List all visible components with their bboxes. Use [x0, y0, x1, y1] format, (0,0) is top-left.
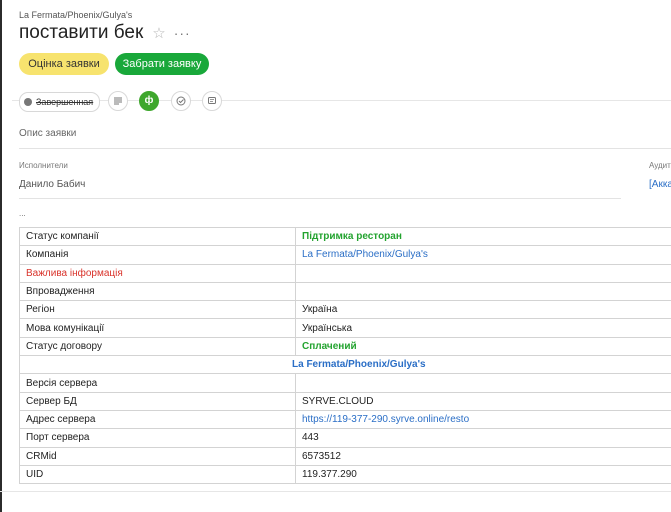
table-key-cell: Впровадження: [19, 281, 296, 302]
list-icon[interactable]: [108, 91, 128, 111]
table-value-cell: SYRVE.CLOUD: [295, 391, 671, 411]
table-value-cell[interactable]: https://119-377-290.syrve.online/resto: [295, 409, 671, 430]
executors-label: Исполнители: [19, 161, 68, 170]
table-key-cell: Сервер БД: [19, 391, 296, 411]
description-divider: [19, 148, 671, 149]
executors-divider: [19, 198, 621, 199]
table-value-cell: [295, 373, 671, 393]
company-span-link[interactable]: La Fermata/Phoenix/Gulya's: [19, 355, 671, 375]
table-row: La Fermata/Phoenix/Gulya's: [19, 355, 671, 375]
company-glyph: ф: [144, 95, 154, 106]
favorite-star-icon[interactable]: ☆: [152, 24, 165, 42]
table-key-cell: CRMid: [19, 446, 296, 466]
table-value-cell: [295, 263, 671, 283]
table-key-cell: Статус договору: [19, 336, 296, 357]
executor-name[interactable]: Данило Бабич: [19, 179, 85, 190]
check-icon[interactable]: [171, 91, 191, 111]
table-value-cell: Підтримка ресторан: [295, 226, 671, 247]
table-value-cell: Українська: [295, 318, 671, 338]
evaluate-request-button[interactable]: Оцінка заявки: [19, 53, 109, 75]
table-key-cell: Компанія: [19, 245, 296, 265]
table-key-cell: Важлива інформація: [19, 263, 296, 283]
table-value-cell: [295, 281, 671, 302]
table-value-cell: 6573512: [295, 446, 671, 466]
table-row: Важлива інформація: [19, 263, 671, 283]
table-row: CRMid 6573512: [19, 446, 671, 466]
title-row: поставити бек ☆ ···: [19, 21, 191, 45]
comment-icon[interactable]: [202, 91, 222, 111]
table-row: Статус договору Сплачений: [19, 336, 671, 357]
status-label: Завершенная: [36, 97, 94, 107]
table-value-cell: Україна: [295, 300, 671, 320]
auditor-link[interactable]: [Акка: [649, 179, 671, 190]
table-key-cell: Статус компанії: [19, 226, 296, 247]
table-row: Сервер БД SYRVE.CLOUD: [19, 391, 671, 411]
breadcrumb[interactable]: La Fermata/Phoenix/Gulya's: [19, 10, 132, 20]
table-key-cell: Порт сервера: [19, 428, 296, 448]
ellipsis-text: ...: [19, 209, 26, 218]
window-left-edge: [0, 0, 2, 512]
table-row: UID 119.377.290: [19, 464, 671, 485]
take-request-button[interactable]: Забрати заявку: [115, 53, 209, 75]
company-icon[interactable]: ф: [139, 91, 159, 111]
page-title: поставити бек: [19, 22, 144, 43]
auditors-label: Аудит: [649, 161, 671, 170]
status-badge[interactable]: Завершенная: [19, 92, 101, 112]
table-key-cell: UID: [19, 464, 296, 485]
table-row: Регіон Україна: [19, 300, 671, 320]
more-menu-icon[interactable]: ···: [174, 25, 191, 41]
table-row: Впровадження: [19, 281, 671, 302]
table-row: Порт сервера 443: [19, 428, 671, 448]
table-key-cell: Адрес сервера: [19, 409, 296, 430]
table-row: Компанія La Fermata/Phoenix/Gulya's: [19, 245, 671, 265]
table-value-cell: Сплачений: [295, 336, 671, 357]
table-value-cell: 443: [295, 428, 671, 448]
table-value-cell: 119.377.290: [295, 464, 671, 485]
table-key-cell: Мова комунікації: [19, 318, 296, 338]
status-dot-icon: [24, 98, 32, 106]
description-label[interactable]: Опис заявки: [19, 128, 76, 139]
company-info-table: Статус компанії Підтримка ресторан Компані…: [19, 226, 671, 485]
table-key-cell: Регіон: [19, 300, 296, 320]
table-row: Версія сервера: [19, 373, 671, 393]
table-row: Статус компанії Підтримка ресторан: [19, 226, 671, 247]
bottom-divider: [0, 491, 671, 492]
table-key-cell: Версія сервера: [19, 373, 296, 393]
table-row: Мова комунікації Українська: [19, 318, 671, 338]
table-row: Адрес сервера https://119-377-290.syrve.o…: [19, 409, 671, 430]
table-value-cell[interactable]: La Fermata/Phoenix/Gulya's: [295, 245, 671, 265]
